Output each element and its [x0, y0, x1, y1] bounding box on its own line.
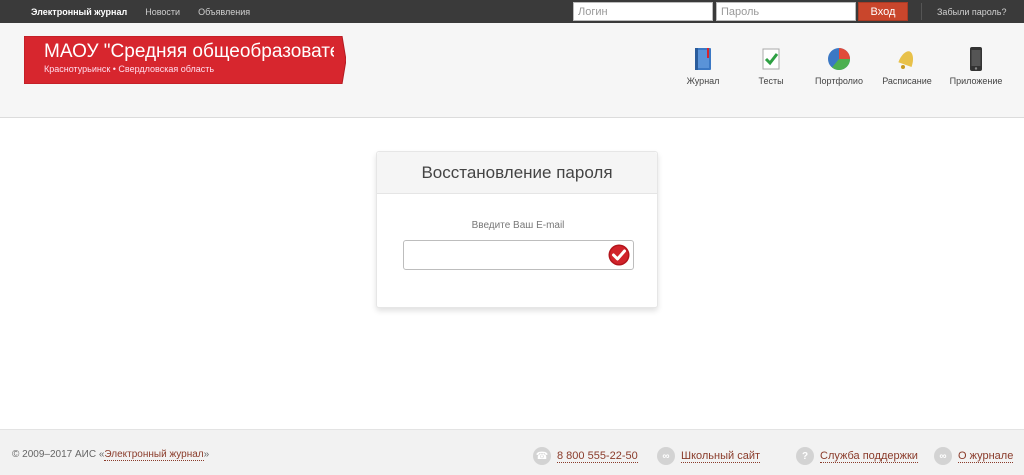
footer-phone[interactable]: ☎ 8 800 555-22-50: [533, 446, 638, 466]
menu-schedule-label: Расписание: [882, 76, 932, 86]
footer-school-site-label: Школьный сайт: [681, 449, 761, 463]
recovery-title: Восстановление пароля: [377, 152, 657, 194]
school-title: МАОУ "Средняя общеобразовательная школа: [44, 41, 334, 62]
email-input[interactable]: [403, 240, 634, 270]
email-label: Введите Ваш E-mail: [471, 220, 565, 231]
nav-electronic-journal[interactable]: Электронный журнал: [31, 7, 127, 17]
password-input[interactable]: [716, 2, 856, 21]
password-recovery-card: Восстановление пароля Введите Ваш E-mail: [376, 151, 658, 308]
link-icon: ∞: [657, 447, 675, 465]
footer: © 2009–2017 АИС «Электронный журнал» ☎ 8…: [0, 429, 1024, 475]
link-icon: ∞: [934, 447, 952, 465]
top-divider: [921, 3, 922, 20]
submit-check-button[interactable]: [608, 244, 630, 266]
header: МАОУ "Средняя общеобразовательная школа …: [0, 23, 1024, 118]
nav-news[interactable]: Новости: [145, 7, 180, 17]
school-banner[interactable]: МАОУ "Средняя общеобразовательная школа …: [24, 36, 346, 84]
menu-tests-label: Тесты: [758, 76, 784, 86]
nav-announcements[interactable]: Объявления: [198, 7, 250, 17]
menu-app-label: Приложение: [949, 76, 1003, 86]
menu-tests[interactable]: Тесты: [741, 46, 801, 86]
menu-schedule[interactable]: Расписание: [877, 46, 937, 86]
footer-about[interactable]: ∞ О журнале: [934, 446, 1014, 466]
schedule-bell-icon: [898, 51, 914, 69]
copyright: © 2009–2017 АИС «Электронный журнал»: [12, 449, 210, 461]
email-field-wrap: [403, 240, 634, 270]
journal-icon: [695, 48, 711, 70]
forgot-password-link[interactable]: Забыли пароль?: [937, 0, 1006, 23]
tests-icon: [762, 48, 780, 70]
login-input[interactable]: [573, 2, 713, 21]
copyright-suffix: »: [203, 449, 210, 460]
footer-school-site[interactable]: ∞ Школьный сайт: [657, 446, 761, 466]
menu-journal-label: Журнал: [686, 76, 720, 86]
phone-icon: ☎: [533, 447, 551, 465]
login-button[interactable]: Вход: [858, 2, 908, 21]
copyright-prefix: © 2009–2017 АИС «: [12, 449, 105, 460]
school-location: Краснотурьинск • Свердловская область: [44, 64, 215, 74]
menu-journal[interactable]: Журнал: [673, 46, 733, 86]
menu-portfolio-label: Портфолио: [815, 76, 863, 86]
footer-phone-label: 8 800 555-22-50: [557, 449, 638, 463]
portfolio-icon: [828, 48, 850, 71]
top-nav: Электронный журнал Новости Объявления: [31, 0, 268, 23]
help-icon: ?: [796, 447, 814, 465]
phone-app-icon: [970, 47, 982, 71]
footer-about-label: О журнале: [958, 449, 1014, 463]
menu-app[interactable]: Приложение: [946, 46, 1006, 86]
footer-support-label: Служба поддержки: [820, 449, 918, 463]
top-bar: Электронный журнал Новости Объявления Вх…: [0, 0, 1024, 23]
footer-support[interactable]: ? Служба поддержки: [796, 446, 918, 466]
menu-portfolio[interactable]: Портфолио: [809, 46, 869, 86]
copyright-link[interactable]: Электронный журнал: [104, 449, 204, 461]
